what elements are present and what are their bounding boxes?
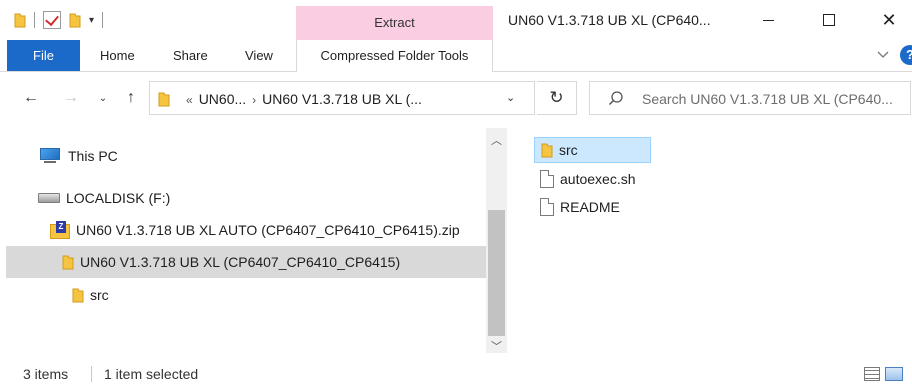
search-box[interactable]: Search UN60 V1.3.718 UB XL (CP640... bbox=[589, 81, 911, 115]
address-dropdown-icon[interactable]: ⌄ bbox=[506, 91, 515, 104]
zip-folder-icon: Z bbox=[50, 221, 70, 239]
folder-icon bbox=[72, 288, 84, 303]
properties-check-icon[interactable] bbox=[43, 11, 61, 29]
folder-icon[interactable] bbox=[14, 12, 26, 28]
close-button[interactable]: ✕ bbox=[866, 6, 912, 34]
drive-icon bbox=[38, 193, 60, 203]
minimize-button[interactable] bbox=[745, 6, 791, 34]
new-folder-icon[interactable] bbox=[69, 12, 81, 28]
tree-item-label: src bbox=[90, 287, 109, 303]
tree-item-label: UN60 V1.3.718 UB XL (CP6407_CP6410_CP641… bbox=[80, 254, 401, 270]
large-icons-view-icon[interactable] bbox=[885, 367, 903, 381]
search-icon bbox=[608, 91, 623, 106]
window-title: UN60 V1.3.718 UB XL (CP640... bbox=[508, 12, 711, 28]
selection-count: 1 item selected bbox=[104, 366, 199, 382]
minimize-icon bbox=[762, 19, 774, 21]
file-icon bbox=[540, 170, 554, 188]
computer-icon bbox=[40, 148, 62, 164]
folder-icon bbox=[62, 255, 74, 270]
address-bar[interactable]: « UN60... › UN60 V1.3.718 UB XL (... ⌄ bbox=[149, 81, 535, 115]
breadcrumb-item[interactable]: UN60 V1.3.718 UB XL (... bbox=[262, 91, 422, 107]
tab-file[interactable]: File bbox=[7, 40, 80, 71]
expand-ribbon-chevron-icon[interactable] bbox=[876, 47, 890, 61]
tree-item-src[interactable]: src bbox=[72, 283, 109, 307]
breadcrumb-separator[interactable]: › bbox=[252, 93, 256, 107]
list-item-src[interactable]: src bbox=[534, 137, 651, 163]
breadcrumb-item[interactable]: UN60... bbox=[199, 91, 246, 107]
up-button[interactable]: ↑ bbox=[120, 86, 142, 110]
item-count: 3 items bbox=[23, 366, 69, 382]
tab-home[interactable]: Home bbox=[100, 40, 135, 71]
breadcrumb-overflow[interactable]: « bbox=[186, 93, 193, 107]
folder-icon bbox=[541, 143, 553, 158]
file-icon bbox=[540, 198, 554, 216]
navigation-pane: This PC LOCALDISK (F:) Z UN60 V1.3.718 U… bbox=[0, 128, 486, 353]
recent-locations-dropdown[interactable]: ⌄ bbox=[94, 86, 112, 110]
ribbon-tabs: File Home Share View Compressed Folder T… bbox=[0, 40, 912, 72]
status-divider bbox=[91, 366, 92, 382]
details-view-icon[interactable] bbox=[864, 367, 880, 381]
help-button[interactable]: ? bbox=[900, 45, 912, 65]
scroll-down-icon[interactable]: ﹀ bbox=[486, 338, 507, 354]
tab-compressed-folder-tools[interactable]: Compressed Folder Tools bbox=[296, 40, 493, 72]
address-toolbar: ← → ⌄ ↑ « UN60... › UN60 V1.3.718 UB XL (..… bbox=[0, 72, 912, 124]
status-bar: 3 items 1 item selected bbox=[0, 355, 912, 385]
scrollbar-thumb[interactable] bbox=[488, 210, 505, 336]
maximize-button[interactable] bbox=[806, 6, 852, 34]
list-item-autoexec[interactable]: autoexec.sh bbox=[540, 167, 636, 191]
extract-contextual-header[interactable]: Extract bbox=[296, 6, 493, 40]
refresh-button[interactable]: ↻ bbox=[537, 81, 577, 115]
back-button[interactable]: ← bbox=[18, 86, 44, 110]
file-name: src bbox=[559, 142, 578, 158]
tree-item-label: This PC bbox=[68, 148, 118, 164]
toolbar-divider bbox=[102, 12, 104, 28]
tree-item-local-disk[interactable]: LOCALDISK (F:) bbox=[38, 186, 170, 210]
list-item-readme[interactable]: README bbox=[540, 195, 620, 219]
file-name: autoexec.sh bbox=[560, 171, 636, 187]
folder-icon bbox=[158, 92, 170, 107]
breadcrumb: « UN60... › UN60 V1.3.718 UB XL (... bbox=[180, 91, 422, 107]
tree-item-this-pc[interactable]: This PC bbox=[40, 144, 118, 168]
customize-toolbar-dropdown[interactable]: ▾ bbox=[89, 15, 94, 26]
navigation-scrollbar[interactable]: ︿ ﹀ bbox=[486, 128, 507, 353]
quick-access-toolbar: ▾ bbox=[14, 10, 104, 30]
search-input[interactable]: Search UN60 V1.3.718 UB XL (CP640... bbox=[642, 91, 893, 107]
file-list: src autoexec.sh README bbox=[507, 128, 912, 353]
tree-item-selected-folder[interactable]: UN60 V1.3.718 UB XL (CP6407_CP6410_CP641… bbox=[6, 246, 486, 278]
scroll-up-icon[interactable]: ︿ bbox=[486, 132, 507, 148]
maximize-icon bbox=[823, 14, 835, 26]
file-name: README bbox=[560, 199, 620, 215]
toolbar-divider bbox=[34, 12, 35, 28]
forward-button[interactable]: → bbox=[58, 86, 84, 110]
tree-item-label: LOCALDISK (F:) bbox=[66, 190, 171, 206]
tab-share[interactable]: Share bbox=[173, 40, 208, 71]
tree-item-label: UN60 V1.3.718 UB XL AUTO (CP6407_CP6410_… bbox=[76, 222, 460, 238]
tree-item-zip-archive[interactable]: Z UN60 V1.3.718 UB XL AUTO (CP6407_CP641… bbox=[50, 218, 460, 242]
title-bar: ▾ Extract UN60 V1.3.718 UB XL (CP640... … bbox=[0, 0, 912, 40]
tab-view[interactable]: View bbox=[245, 40, 273, 71]
